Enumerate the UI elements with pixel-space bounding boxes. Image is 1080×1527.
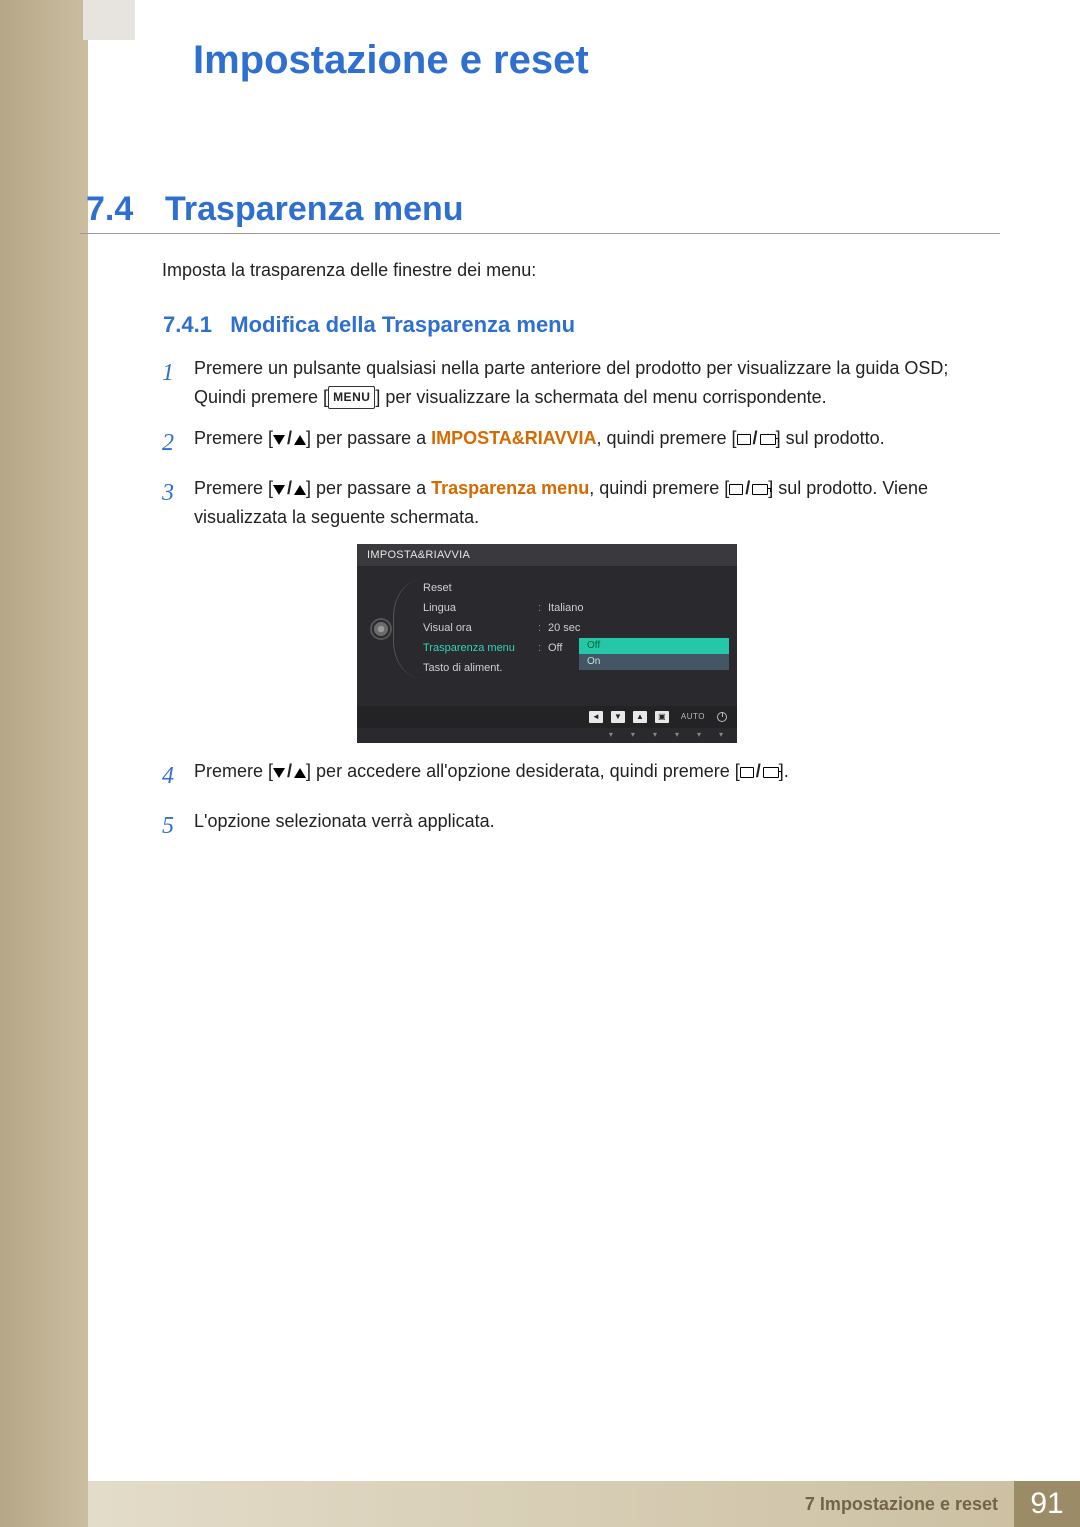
down-triangle-icon [273,768,285,778]
osd-colon: : [538,602,548,614]
select-icon-a [740,767,754,778]
down-triangle-icon [273,435,285,445]
footer-chapter-label: 7 Impostazione e reset [805,1494,998,1515]
osd-nav-down-icon: ▼ [611,711,625,723]
power-icon [717,712,727,722]
osd-row-lingua: Lingua : Italiano [421,598,737,618]
step-2-pre: Premere [ [194,428,273,448]
osd-auto-label: AUTO [677,711,709,723]
footer-page-number: 91 [1014,1481,1080,1527]
osd-label: Reset [423,582,538,594]
select-icon-b [752,484,768,495]
step-3-mid2: , quindi premere [ [589,478,729,498]
step-3-target: Trasparenza menu [431,478,589,498]
step-1b-pre: Quindi premere [ [194,387,328,407]
step-text: L'opzione selezionata verrà applicata. [194,807,1002,836]
step-1-line-a: Premere un pulsante qualsiasi nella part… [194,358,948,378]
gear-icon [372,620,390,638]
step-number: 4 [162,757,194,795]
osd-screenshot: IMPOSTA&RIAVVIA Reset Lingua : Italiano [357,544,737,743]
osd-option-off: Off [579,638,729,654]
osd-colon: : [538,642,548,654]
step-text: Premere [ / ] per passare a Trasparenza me… [194,474,1002,532]
osd-option-on: On [579,654,729,670]
osd-label: Visual ora [423,622,538,634]
corner-tab [83,0,135,40]
select-icon-a [729,484,743,495]
select-icon-b [763,767,779,778]
steps-list: 1 Premere un pulsante qualsiasi nella pa… [162,354,1002,857]
section-divider [80,233,1000,234]
step-4-mid: ] per accedere all'opzione desiderata, q… [306,761,740,781]
slash-icon: / [756,761,761,781]
step-text: Premere un pulsante qualsiasi nella part… [194,354,1002,412]
step-4-pre: Premere [ [194,761,273,781]
osd-label: Tasto di aliment. [423,662,538,674]
osd-row-visualora: Visual ora : 20 sec [421,618,737,638]
step-2-mid1: ] per passare a [306,428,431,448]
step-number: 1 [162,354,194,392]
step-2: 2 Premere [ / ] per passare a IMPOSTA&RIAV… [162,424,1002,462]
up-triangle-icon [294,435,306,445]
osd-footer: ◄ ▼ ▲ ▣ AUTO [357,706,737,728]
osd-title: IMPOSTA&RIAVVIA [357,544,737,566]
subsection-heading: 7.4.1 Modifica della Trasparenza menu [163,312,575,338]
step-2-post: ] sul prodotto. [776,428,885,448]
step-text: Premere [ / ] per accedere all'opzione des… [194,757,1002,786]
step-1b-post: ] per visualizzare la schermata del menu… [375,387,826,407]
section-title: Trasparenza menu [165,190,464,229]
dot-indicator: ▾ [719,730,723,739]
osd-dropdown: Off On [579,638,729,670]
osd-label: Trasparenza menu [423,642,538,654]
osd-label: Lingua [423,602,538,614]
step-3-pre: Premere [ [194,478,273,498]
up-triangle-icon [294,485,306,495]
down-triangle-icon [273,485,285,495]
slash-icon: / [753,428,758,448]
slash-icon: / [287,428,292,448]
slash-icon: / [287,761,292,781]
slash-icon: / [287,478,292,498]
dot-indicator: ▾ [697,730,701,739]
step-4: 4 Premere [ / ] per accedere all'opzione d… [162,757,1002,795]
step-3-mid1: ] per passare a [306,478,431,498]
osd-value: 20 sec [548,622,729,634]
select-icon-b [760,434,776,445]
dot-indicator: ▾ [653,730,657,739]
subsection-number: 7.4.1 [163,312,212,337]
osd-row-reset: Reset [421,578,737,598]
step-3: 3 Premere [ / ] per passare a Trasparenza … [162,474,1002,532]
osd-body: Reset Lingua : Italiano Visual ora : 20 … [357,566,737,706]
page-footer: 7 Impostazione e reset 91 [88,1481,1080,1527]
side-tab-stripe [0,0,88,1527]
step-text: Premere [ / ] per passare a IMPOSTA&RIAVVI… [194,424,1002,453]
step-number: 5 [162,807,194,845]
osd-nav-enter-icon: ▣ [655,711,669,723]
intro-text: Imposta la trasparenza delle finestre de… [162,260,536,281]
osd-nav-left-icon: ◄ [589,711,603,723]
dot-indicator: ▾ [609,730,613,739]
arc-decoration [393,580,421,678]
osd-nav-up-icon: ▲ [633,711,647,723]
step-number: 2 [162,424,194,462]
osd-value: Italiano [548,602,729,614]
step-2-target: IMPOSTA&RIAVVIA [431,428,596,448]
select-icon-a [737,434,751,445]
step-number: 3 [162,474,194,512]
menu-key-icon: MENU [328,386,375,409]
dot-indicator: ▾ [675,730,679,739]
step-5: 5 L'opzione selezionata verrà applicata. [162,807,1002,845]
step-1: 1 Premere un pulsante qualsiasi nella pa… [162,354,1002,412]
osd-panel: IMPOSTA&RIAVVIA Reset Lingua : Italiano [357,544,737,743]
section-number: 7.4 [86,190,133,229]
osd-colon: : [538,622,548,634]
osd-sidebar [357,576,405,682]
step-2-mid2: , quindi premere [ [596,428,736,448]
subsection-title: Modifica della Trasparenza menu [230,312,575,337]
chapter-title: Impostazione e reset [193,38,589,83]
dot-indicator: ▾ [631,730,635,739]
up-triangle-icon [294,768,306,778]
slash-icon: / [745,478,750,498]
